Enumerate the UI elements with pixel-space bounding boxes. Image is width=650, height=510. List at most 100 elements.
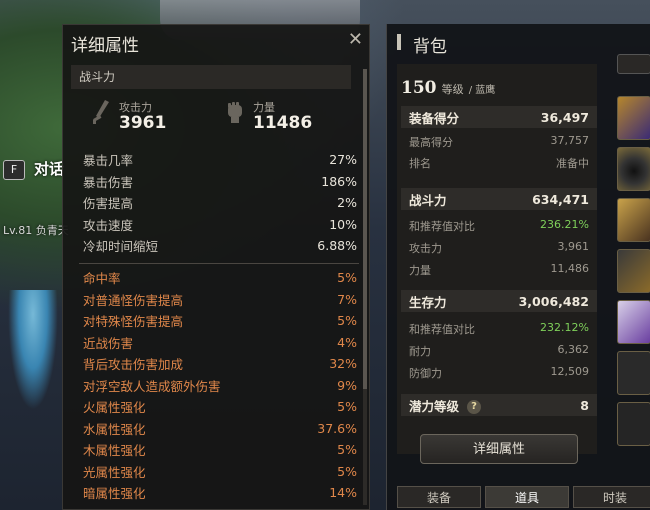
- bonus-stat-label: 对浮空敌人造成额外伤害: [83, 378, 221, 394]
- stat-row: 暴击伤害 186%: [83, 171, 357, 193]
- scrollbar-thumb[interactable]: [363, 69, 367, 389]
- combat-strength-label: 力量: [409, 264, 431, 277]
- bonus-stat-row: 光属性强化 5%: [83, 461, 357, 483]
- stat-row: 冷却时间缩短 6.88%: [83, 235, 357, 257]
- equip-slot-weapon[interactable]: [617, 249, 650, 293]
- stat-value: 10%: [329, 216, 357, 232]
- bonus-stat-value: 5%: [337, 399, 357, 415]
- stat-label: 攻击速度: [83, 217, 134, 233]
- detail-attributes-panel: 详细属性 ✕ 战斗力 攻击力 3961 力量 11486 暴击几率 27% 暴击伤…: [62, 24, 370, 510]
- bonus-stat-label: 火属性强化: [83, 400, 146, 416]
- bonus-stat-row: 对浮空敌人造成额外伤害 9%: [83, 375, 357, 397]
- stat-row: 伤害提高 2%: [83, 192, 357, 214]
- bonus-stat-label: 背后攻击伤害加成: [83, 357, 184, 373]
- detail-attributes-button[interactable]: 详细属性: [420, 434, 578, 464]
- equip-slot-empty[interactable]: [617, 351, 650, 395]
- defense-row: 防御力 12,509: [409, 365, 589, 381]
- defense-value: 12,509: [550, 365, 590, 378]
- bonus-stat-row: 火属性强化 5%: [83, 396, 357, 418]
- bonus-stat-row: 对普通怪伤害提高 7%: [83, 289, 357, 311]
- combat-attack-label: 攻击力: [409, 242, 442, 255]
- equip-slot-empty[interactable]: [617, 402, 650, 446]
- combat-attack-value: 3,961: [557, 240, 590, 253]
- survival-compare-row: 和推荐值对比 232.12%: [409, 321, 589, 337]
- level-line: 150 等级 / 蓝鹰: [401, 78, 495, 98]
- level-unit: 等级: [441, 83, 464, 96]
- bag-title-text: 背包: [413, 37, 447, 57]
- stat-value: 6.88%: [317, 238, 357, 254]
- survival-compare-value: 232.12%: [540, 321, 589, 334]
- section-divider: [79, 263, 359, 264]
- class-name: / 蓝鹰: [468, 85, 496, 96]
- bonus-stat-row: 近战伤害 4%: [83, 332, 357, 354]
- combat-compare-value: 236.21%: [540, 218, 589, 231]
- highest-score-value: 37,757: [550, 134, 590, 147]
- rank-label: 排名: [409, 157, 431, 170]
- bonus-stat-label: 木属性强化: [83, 443, 146, 459]
- combat-power-value: 634,471: [532, 191, 589, 207]
- tab-equipment[interactable]: 装备: [397, 486, 481, 508]
- stat-label: 暴击伤害: [83, 174, 134, 190]
- potential-label-wrap: 潜力等级?: [409, 396, 482, 415]
- stat-value: 27%: [329, 152, 357, 168]
- combat-strength-value: 11,486: [550, 262, 590, 275]
- rank-row: 排名 准备中: [409, 155, 589, 171]
- bonus-stat-value: 14%: [329, 485, 357, 501]
- stat-row: 攻击速度 10%: [83, 214, 357, 236]
- combat-attack-row: 攻击力 3,961: [409, 240, 589, 256]
- defense-label: 防御力: [409, 367, 442, 380]
- combat-section-header: 战斗力: [71, 65, 351, 89]
- tab-items[interactable]: 道具: [485, 486, 569, 508]
- equipment-slots: [617, 96, 650, 453]
- bonus-stat-value: 9%: [337, 377, 357, 393]
- combat-strength-row: 力量 11,486: [409, 262, 589, 278]
- bonus-stat-row: 对特殊怪伤害提高 5%: [83, 310, 357, 332]
- equip-score-header: 装备得分 36,497: [401, 106, 597, 128]
- combat-compare-label: 和推荐值对比: [409, 220, 475, 233]
- combat-compare-row: 和推荐值对比 236.21%: [409, 218, 589, 234]
- bonus-stat-row: 背后攻击伤害加成 32%: [83, 353, 357, 375]
- bag-panel-title: 背包: [399, 32, 447, 57]
- equip-slot-boots[interactable]: [617, 300, 650, 344]
- bonus-stat-row: 木属性强化 5%: [83, 439, 357, 461]
- tab-fashion[interactable]: 时装: [573, 486, 650, 508]
- rank-value: 准备中: [556, 157, 589, 170]
- help-icon[interactable]: ?: [467, 400, 482, 414]
- bonus-stat-value: 5%: [337, 313, 357, 329]
- equip-slot-armor[interactable]: [617, 198, 650, 242]
- bonus-stat-label: 对特殊怪伤害提高: [83, 314, 184, 330]
- detail-panel-title: 详细属性: [71, 36, 139, 56]
- sword-icon: [93, 100, 109, 124]
- bag-panel: 背包 150 等级 / 蓝鹰 装备得分 36,497 最高得分 37,757 排名 准…: [386, 24, 650, 510]
- bonus-stat-value: 5%: [337, 463, 357, 479]
- bonus-stat-value: 5%: [337, 270, 357, 286]
- bonus-stat-value: 37.6%: [317, 420, 357, 436]
- potential-header: 潜力等级? 8: [401, 394, 597, 416]
- player-nameplate: Lv.81 负青天: [3, 222, 69, 238]
- bonus-stat-row: 暗属性强化 14%: [83, 482, 357, 504]
- player-character[interactable]: [8, 290, 58, 410]
- bag-top-button[interactable]: [617, 54, 650, 74]
- equip-score-label: 装备得分: [409, 110, 460, 126]
- bag-tabs: 装备 道具 时装: [397, 486, 650, 508]
- stat-label: 暴击几率: [83, 153, 134, 169]
- equip-score-value: 36,497: [540, 109, 589, 125]
- equip-slot-helmet[interactable]: [617, 96, 650, 140]
- level-number: 150: [401, 78, 437, 98]
- f-key-icon[interactable]: F: [3, 160, 25, 180]
- potential-value: 8: [580, 397, 589, 413]
- combat-power-label: 战斗力: [409, 192, 447, 208]
- stamina-row: 耐力 6,362: [409, 343, 589, 359]
- bonus-stat-label: 光属性强化: [83, 464, 146, 480]
- combat-power-header: 战斗力 634,471: [401, 188, 597, 210]
- basic-stats-list: 暴击几率 27% 暴击伤害 186% 伤害提高 2% 攻击速度 10% 冷却时间缩短 6.…: [83, 149, 357, 257]
- fist-icon: [228, 102, 242, 123]
- player-level: Lv.81: [3, 224, 33, 237]
- close-icon[interactable]: ✕: [348, 29, 363, 50]
- potential-label: 潜力等级: [409, 398, 460, 414]
- equip-slot-accessory[interactable]: [617, 147, 650, 191]
- bonus-stat-label: 水属性强化: [83, 421, 146, 437]
- bonus-stat-row: 命中率 5%: [83, 267, 357, 289]
- highest-score-label: 最高得分: [409, 136, 453, 149]
- npc-talk-label[interactable]: 对话: [34, 158, 64, 179]
